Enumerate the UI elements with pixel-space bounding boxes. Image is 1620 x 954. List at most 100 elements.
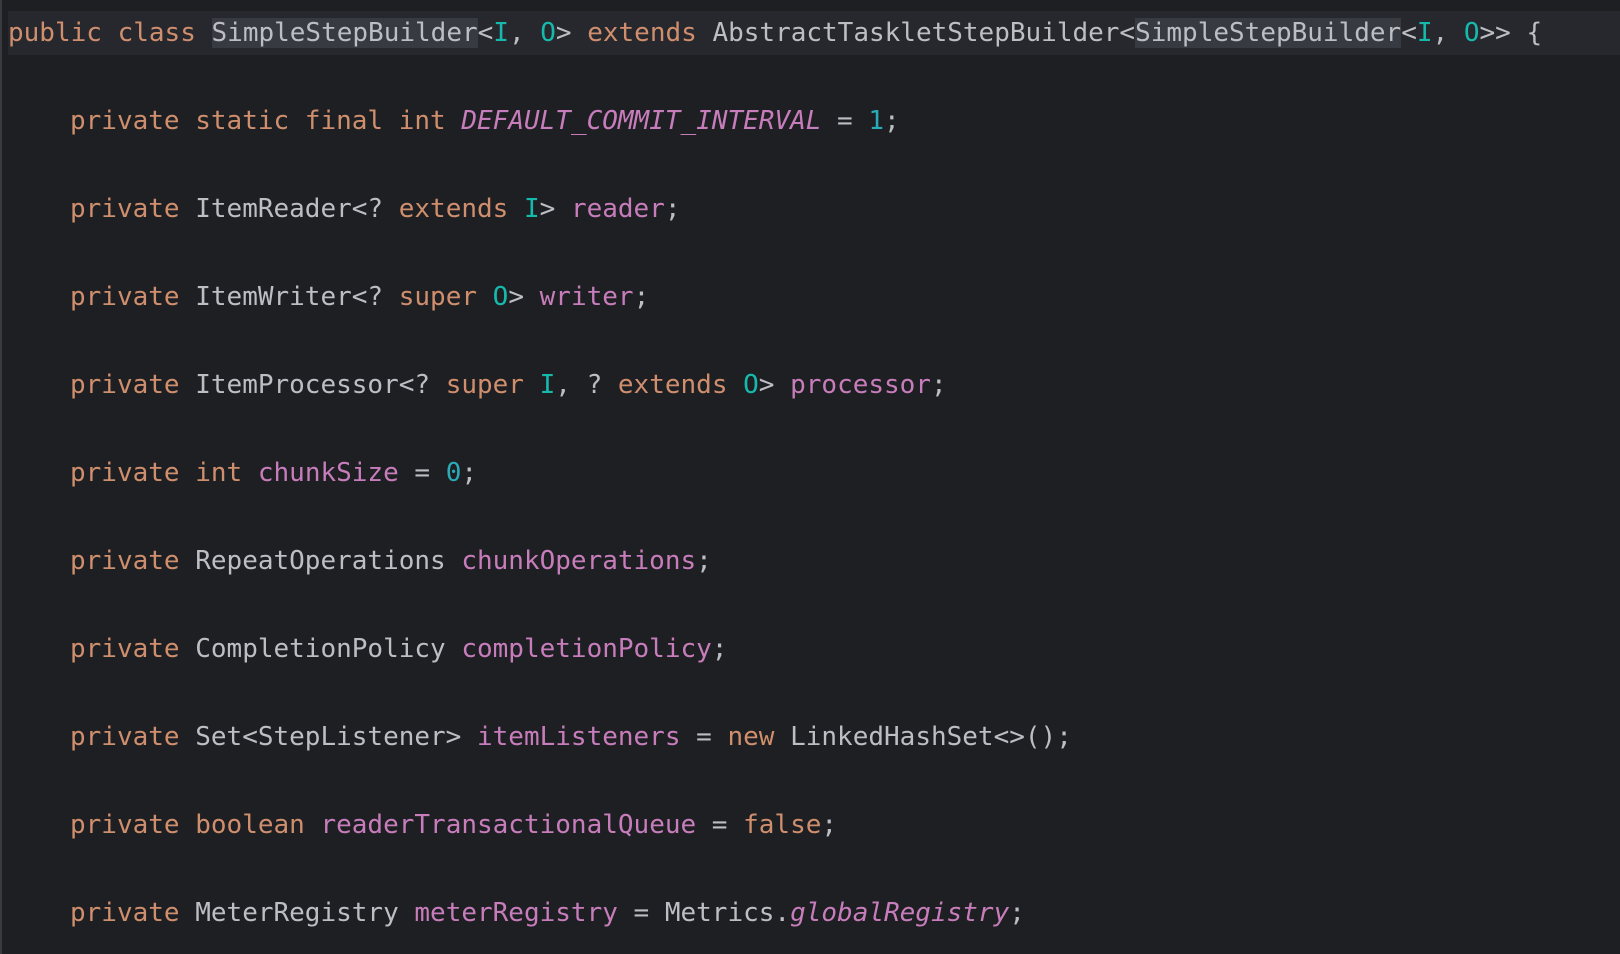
code-token: 1 bbox=[868, 106, 885, 136]
code-token: ; bbox=[664, 194, 681, 224]
code-token: int bbox=[398, 106, 446, 136]
code-token: < bbox=[1401, 18, 1417, 48]
code-token: I bbox=[1416, 18, 1433, 48]
code-token: private bbox=[70, 458, 180, 488]
code-line-item-listeners[interactable]: private Set<StepListener> itemListeners … bbox=[8, 715, 1620, 759]
code-token: = bbox=[398, 458, 446, 488]
code-token: CompletionPolicy bbox=[179, 634, 462, 664]
code-token: Set<StepListener> bbox=[179, 722, 477, 752]
code-token: > bbox=[758, 370, 791, 400]
code-token: DEFAULT_COMMIT_INTERVAL bbox=[461, 106, 822, 136]
code-token: private bbox=[70, 194, 180, 224]
code-line-completion-policy[interactable]: private CompletionPolicy completionPolic… bbox=[8, 627, 1620, 671]
code-token: ; bbox=[696, 546, 712, 576]
code-token: ItemProcessor<? bbox=[179, 370, 446, 400]
code-token: readerTransactionalQueue bbox=[320, 810, 697, 840]
code-token: meterRegistry bbox=[414, 898, 618, 928]
code-token: ; bbox=[1009, 898, 1025, 928]
code-line-writer[interactable]: private ItemWriter<? super O> writer; bbox=[8, 275, 1620, 319]
code-token: private bbox=[70, 810, 180, 840]
code-token: I bbox=[523, 194, 540, 224]
code-token: , bbox=[1432, 18, 1464, 48]
code-token: completionPolicy bbox=[461, 634, 712, 664]
code-token: static bbox=[195, 106, 290, 136]
code-token: SimpleStepBuilder bbox=[1135, 18, 1402, 48]
code-token: chunkOperations bbox=[461, 546, 697, 576]
code-token: public bbox=[8, 18, 102, 48]
code-token: MeterRegistry bbox=[179, 898, 415, 928]
code-line-chunk-size[interactable]: private int chunkSize = 0; bbox=[8, 451, 1620, 495]
code-token: SimpleStepBuilder bbox=[211, 18, 478, 48]
code-token: processor bbox=[790, 370, 931, 400]
code-token: boolean bbox=[195, 810, 305, 840]
code-token: > bbox=[555, 18, 588, 48]
code-token: > bbox=[539, 194, 571, 224]
code-line-default-commit-interval[interactable]: private static final int DEFAULT_COMMIT_… bbox=[8, 99, 1620, 143]
code-token: , bbox=[508, 18, 541, 48]
code-token: > bbox=[508, 282, 540, 312]
code-token: private bbox=[70, 370, 180, 400]
code-token: ; bbox=[461, 458, 478, 488]
code-token: >> { bbox=[1479, 18, 1543, 48]
code-token: chunkSize bbox=[257, 458, 399, 488]
code-token: ; bbox=[884, 106, 900, 136]
code-token: LinkedHashSet<>(); bbox=[774, 722, 1072, 752]
code-editor[interactable]: public class SimpleStepBuilder<I, O> ext… bbox=[0, 0, 1620, 954]
code-token: itemListeners bbox=[477, 722, 681, 752]
code-token: ; bbox=[711, 634, 728, 664]
code-token: class bbox=[117, 18, 196, 48]
code-line-class-declaration[interactable]: public class SimpleStepBuilder<I, O> ext… bbox=[8, 11, 1620, 55]
code-token: = bbox=[821, 106, 869, 136]
code-line-reader[interactable]: private ItemReader<? extends I> reader; bbox=[8, 187, 1620, 231]
code-token: private bbox=[70, 546, 180, 576]
code-token: globalRegistry bbox=[790, 898, 1010, 928]
code-token: = bbox=[696, 810, 744, 840]
code-token: super bbox=[398, 282, 478, 312]
code-token: private bbox=[70, 106, 180, 136]
code-token: RepeatOperations bbox=[179, 546, 462, 576]
code-token: ; bbox=[633, 282, 650, 312]
code-line-chunk-operations[interactable]: private RepeatOperations chunkOperations… bbox=[8, 539, 1620, 583]
code-token: AbstractTaskletStepBuilder< bbox=[696, 18, 1136, 48]
code-token: O bbox=[743, 370, 759, 400]
code-token: ; bbox=[821, 810, 838, 840]
code-token: writer bbox=[539, 282, 634, 312]
code-token: 0 bbox=[445, 458, 462, 488]
code-token: private bbox=[70, 898, 180, 928]
code-token: reader bbox=[570, 194, 665, 224]
code-line-processor[interactable]: private ItemProcessor<? super I, ? exten… bbox=[8, 363, 1620, 407]
code-token: < bbox=[477, 18, 494, 48]
code-line-reader-transactional-queue[interactable]: private boolean readerTransactionalQueue… bbox=[8, 803, 1620, 847]
code-token: = Metrics. bbox=[617, 898, 791, 928]
code-token: super bbox=[445, 370, 524, 400]
code-token: I bbox=[493, 18, 509, 48]
code-token: private bbox=[70, 722, 180, 752]
code-token: private bbox=[70, 282, 180, 312]
code-token: extends bbox=[617, 370, 728, 400]
code-token: extends bbox=[398, 194, 509, 224]
code-token: extends bbox=[587, 18, 697, 48]
code-token: final bbox=[304, 106, 384, 136]
code-token: ; bbox=[931, 370, 947, 400]
code-line-meter-registry[interactable]: private MeterRegistry meterRegistry = Me… bbox=[8, 891, 1620, 935]
code-token: = bbox=[680, 722, 728, 752]
code-token: false bbox=[743, 810, 822, 840]
code-token: new bbox=[727, 722, 775, 752]
code-token: O bbox=[540, 18, 556, 48]
code-token: private bbox=[70, 634, 180, 664]
code-token: ItemReader<? bbox=[179, 194, 399, 224]
